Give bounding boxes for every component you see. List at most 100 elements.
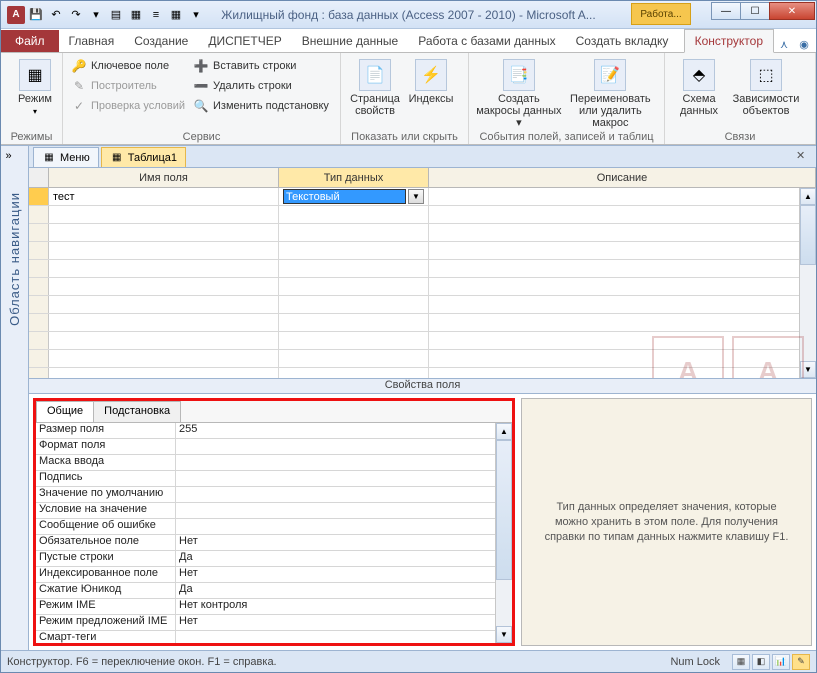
qat-more-icon[interactable]: ▾ (87, 6, 105, 24)
property-value[interactable] (176, 471, 512, 486)
app-logo-icon[interactable]: A (7, 6, 25, 24)
description-cell[interactable] (429, 278, 816, 295)
qat-custom3-icon[interactable]: ≡ (147, 6, 165, 24)
pivot-view-button[interactable]: ◧ (752, 654, 770, 670)
maximize-button[interactable]: ☐ (740, 2, 770, 20)
description-cell[interactable] (429, 206, 816, 223)
property-row[interactable]: Маска ввода (36, 455, 512, 471)
property-row[interactable]: Значение по умолчанию (36, 487, 512, 503)
primary-key-button[interactable]: 🔑Ключевое поле (69, 57, 191, 75)
row-selector[interactable] (29, 260, 49, 277)
rename-macro-button[interactable]: 📝 Переименовать или удалить макрос (563, 55, 658, 142)
description-cell[interactable] (429, 314, 816, 331)
description-cell[interactable] (429, 260, 816, 277)
description-cell[interactable] (429, 242, 816, 259)
property-value[interactable]: 255 (176, 423, 512, 438)
chevron-down-icon[interactable]: ▼ (408, 189, 424, 204)
qat-custom2-icon[interactable]: ▦ (127, 6, 145, 24)
datatype-cell[interactable] (279, 224, 429, 241)
tab-home[interactable]: Главная (59, 30, 125, 52)
scroll-thumb[interactable] (496, 440, 512, 580)
grid-scrollbar[interactable]: ▲ ▼ (799, 188, 816, 378)
row-selector[interactable] (29, 314, 49, 331)
tab-external[interactable]: Внешние данные (292, 30, 409, 52)
property-row[interactable]: Индексированное полеНет (36, 567, 512, 583)
datasheet-view-button[interactable]: ▦ (732, 654, 750, 670)
property-value[interactable]: Да (176, 583, 512, 598)
property-row[interactable]: Режим IMEНет контроля (36, 599, 512, 615)
design-view-button[interactable]: ✎ (792, 654, 810, 670)
property-value[interactable]: Нет (176, 567, 512, 582)
insert-rows-button[interactable]: ➕Вставить строки (191, 57, 334, 75)
fieldname-cell[interactable] (49, 260, 279, 277)
dependencies-button[interactable]: ⬚ Зависимости объектов (727, 55, 805, 142)
datatype-cell[interactable] (279, 260, 429, 277)
help-icon[interactable]: ◉ (796, 36, 812, 52)
field-row-empty[interactable] (29, 206, 816, 224)
fieldname-cell[interactable] (49, 278, 279, 295)
scroll-up-icon[interactable]: ▲ (800, 188, 816, 205)
create-macros-button[interactable]: 📑 Создать макросы данных ▾ (475, 55, 563, 142)
property-row[interactable]: Формат поля (36, 439, 512, 455)
property-value[interactable] (176, 439, 512, 454)
row-selector[interactable] (29, 278, 49, 295)
nav-pane[interactable]: » Область навигации (1, 146, 29, 650)
description-cell[interactable] (429, 350, 816, 367)
scroll-down-icon[interactable]: ▼ (800, 361, 816, 378)
fieldname-cell[interactable] (49, 332, 279, 349)
datatype-cell[interactable] (279, 296, 429, 313)
property-value[interactable] (176, 487, 512, 502)
row-selector[interactable] (29, 350, 49, 367)
view-button[interactable]: ▦ Режим ▾ (7, 55, 63, 116)
fieldname-cell[interactable] (49, 224, 279, 241)
description-cell[interactable] (429, 224, 816, 241)
undo-icon[interactable]: ↶ (47, 6, 65, 24)
field-row-empty[interactable] (29, 368, 816, 378)
property-row[interactable]: Подпись (36, 471, 512, 487)
row-selector-header[interactable] (29, 168, 49, 187)
minimize-ribbon-icon[interactable]: ⋏ (776, 36, 792, 52)
datatype-value[interactable]: Текстовый (283, 189, 406, 204)
property-row[interactable]: Условие на значение (36, 503, 512, 519)
property-value[interactable]: Нет (176, 535, 512, 550)
property-value[interactable]: Нет контроля (176, 599, 512, 614)
datatype-cell[interactable] (279, 350, 429, 367)
fieldname-cell[interactable]: тест (49, 188, 279, 205)
modify-lookup-button[interactable]: 🔍Изменить подстановку (191, 97, 334, 115)
field-row-empty[interactable] (29, 332, 816, 350)
field-row-empty[interactable] (29, 314, 816, 332)
property-sheet-button[interactable]: 📄 Страница свойств (347, 55, 403, 142)
field-row-empty[interactable] (29, 296, 816, 314)
property-value[interactable] (176, 519, 512, 534)
datatype-cell[interactable] (279, 278, 429, 295)
row-selector[interactable] (29, 242, 49, 259)
close-button[interactable]: ✕ (769, 2, 815, 20)
chart-view-button[interactable]: 📊 (772, 654, 790, 670)
datatype-cell[interactable] (279, 368, 429, 378)
field-row-empty[interactable] (29, 224, 816, 242)
property-row[interactable]: Пустые строкиДа (36, 551, 512, 567)
indexes-button[interactable]: ⚡ Индексы (403, 55, 459, 142)
field-row-empty[interactable] (29, 242, 816, 260)
builder-button[interactable]: ✎Построитель (69, 77, 191, 95)
field-row-empty[interactable] (29, 278, 816, 296)
tab-design[interactable]: Конструктор (684, 29, 774, 53)
col-datatype[interactable]: Тип данных (279, 168, 429, 187)
property-value[interactable]: Да (176, 551, 512, 566)
property-value[interactable] (176, 631, 512, 643)
qat-custom1-icon[interactable]: ▤ (107, 6, 125, 24)
scroll-down-icon[interactable]: ▼ (496, 626, 512, 643)
save-icon[interactable]: 💾 (27, 6, 45, 24)
col-description[interactable]: Описание (429, 168, 816, 187)
description-cell[interactable] (429, 296, 816, 313)
datatype-combo[interactable]: Текстовый ▼ (283, 189, 424, 204)
field-row-empty[interactable] (29, 260, 816, 278)
property-row[interactable]: Смарт-теги (36, 631, 512, 643)
file-tab[interactable]: Файл (1, 30, 59, 52)
qat-dropdown-icon[interactable]: ▾ (187, 6, 205, 24)
col-fieldname[interactable]: Имя поля (49, 168, 279, 187)
description-cell[interactable] (429, 188, 816, 205)
property-value[interactable] (176, 503, 512, 518)
row-selector[interactable] (29, 206, 49, 223)
expand-nav-icon[interactable]: » (6, 150, 24, 168)
